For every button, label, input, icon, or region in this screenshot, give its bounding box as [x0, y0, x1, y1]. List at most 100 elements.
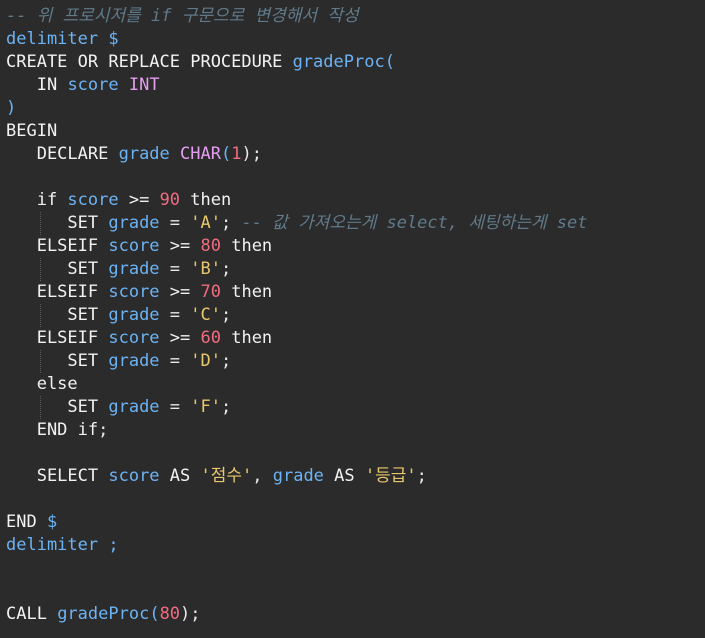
code-token: 'F'	[190, 397, 221, 417]
code-line[interactable]: delimiter ;	[6, 534, 119, 557]
code-line[interactable]: SET grade = 'C';	[6, 304, 231, 327]
code-token: delimiter	[6, 29, 109, 49]
code-token: score	[108, 466, 170, 486]
code-token: if	[6, 190, 68, 210]
code-line[interactable]: -- 위 프로시저를 if 구문으로 변경해서 작성	[6, 5, 359, 28]
code-token: score	[67, 75, 129, 95]
code-line[interactable]: BEGIN	[6, 120, 57, 143]
code-token: =	[169, 259, 191, 279]
code-token: CREATE OR REPLACE PROCEDURE	[6, 52, 293, 72]
code-token: 60	[200, 328, 232, 348]
code-token: =	[169, 305, 191, 325]
code-token: SET	[6, 351, 109, 371]
code-line[interactable]: END $	[6, 511, 57, 534]
code-line[interactable]: SET grade = 'B';	[6, 258, 231, 281]
code-token: then	[231, 236, 273, 256]
code-token: SET	[6, 213, 109, 233]
code-token: SET	[6, 259, 109, 279]
code-token: ELSEIF	[6, 328, 109, 348]
code-token: gradeProc	[57, 604, 150, 624]
code-token: ;	[220, 259, 232, 279]
code-token: 1	[231, 144, 242, 164]
code-token: AS	[169, 466, 201, 486]
code-line[interactable]: CREATE OR REPLACE PROCEDURE gradeProc(	[6, 51, 395, 74]
code-line[interactable]: ELSEIF score >= 80 then	[6, 235, 272, 258]
code-token: 70	[200, 282, 232, 302]
code-line[interactable]: SET grade = 'D';	[6, 350, 231, 373]
code-token: >=	[128, 190, 160, 210]
code-token: =	[169, 351, 191, 371]
code-token: CALL	[6, 604, 58, 624]
code-token: grade	[108, 259, 170, 279]
code-token: )	[6, 98, 17, 118]
code-token: );	[241, 144, 262, 164]
code-token: $	[46, 512, 58, 532]
code-token: INT	[128, 75, 160, 95]
code-token: '점수'	[200, 466, 253, 486]
code-token: then	[231, 328, 273, 348]
code-token: else	[6, 374, 78, 394]
code-token: '등급'	[364, 466, 417, 486]
code-token: ELSEIF	[6, 236, 109, 256]
code-token: score	[67, 190, 129, 210]
code-token: gradeProc	[292, 52, 385, 72]
code-line[interactable]: else	[6, 373, 78, 396]
code-token: grade	[108, 351, 170, 371]
code-token: =	[169, 213, 191, 233]
code-line[interactable]: delimiter $	[6, 28, 119, 51]
code-token: AS	[334, 466, 365, 486]
code-token: score	[108, 328, 170, 348]
code-token: ;	[98, 420, 109, 440]
code-token: 80	[159, 604, 181, 624]
code-token: SET	[6, 305, 109, 325]
code-line[interactable]: SET grade = 'A'; -- 값 가져오는게 select, 세팅하는…	[6, 212, 588, 235]
code-line[interactable]: )	[6, 97, 16, 120]
code-line[interactable]: if score >= 90 then	[6, 189, 232, 212]
code-token: 'C'	[190, 305, 221, 325]
code-token: SET	[6, 397, 109, 417]
code-token: ;	[220, 351, 232, 371]
code-line[interactable]: ELSEIF score >= 70 then	[6, 281, 272, 304]
code-token: ;	[416, 466, 427, 486]
code-line[interactable]: DECLARE grade CHAR(1);	[6, 143, 262, 166]
code-editor[interactable]: -- 위 프로시저를 if 구문으로 변경해서 작성 delimiter $ CRE…	[0, 0, 705, 638]
code-token: SELECT	[6, 466, 109, 486]
code-token: -- 위 프로시저를 if 구문으로 변경해서 작성	[6, 6, 359, 26]
code-token: ;	[220, 213, 242, 233]
code-token: 90	[159, 190, 191, 210]
code-token: CHAR	[180, 144, 221, 164]
code-line[interactable]: IN score INT	[6, 74, 160, 97]
code-token: );	[180, 604, 201, 624]
code-token: grade	[118, 144, 181, 164]
code-token: =	[169, 397, 191, 417]
code-token: ;	[220, 305, 232, 325]
code-token: BEGIN	[6, 121, 58, 141]
code-token: grade	[108, 305, 170, 325]
code-line[interactable]: SELECT score AS '점수', grade AS '등급';	[6, 465, 427, 488]
code-token: score	[108, 282, 170, 302]
code-token: $	[108, 29, 119, 49]
code-token: IN	[36, 75, 68, 95]
code-line[interactable]: CALL gradeProc(80);	[6, 603, 201, 626]
code-token: -- 값 가져오는게 select, 세팅하는게 set	[241, 213, 588, 233]
code-token: 80	[200, 236, 232, 256]
code-token: ELSEIF	[6, 282, 109, 302]
code-line[interactable]: SET grade = 'F';	[6, 396, 231, 419]
code-token: >=	[169, 328, 201, 348]
code-token: 'A'	[190, 213, 221, 233]
code-token: END if	[6, 420, 99, 440]
code-token: then	[190, 190, 232, 210]
code-token: DECLARE	[6, 144, 119, 164]
code-line[interactable]: ELSEIF score >= 60 then	[6, 327, 272, 350]
code-token: >=	[169, 236, 201, 256]
code-token: (	[384, 52, 395, 72]
code-token: grade	[108, 213, 170, 233]
code-line[interactable]: END if;	[6, 419, 109, 442]
code-token: 'D'	[190, 351, 221, 371]
code-token: score	[108, 236, 170, 256]
code-token: delimiter ;	[6, 535, 119, 555]
code-token: ,	[252, 466, 273, 486]
code-token: grade	[272, 466, 335, 486]
code-token: ;	[220, 397, 232, 417]
